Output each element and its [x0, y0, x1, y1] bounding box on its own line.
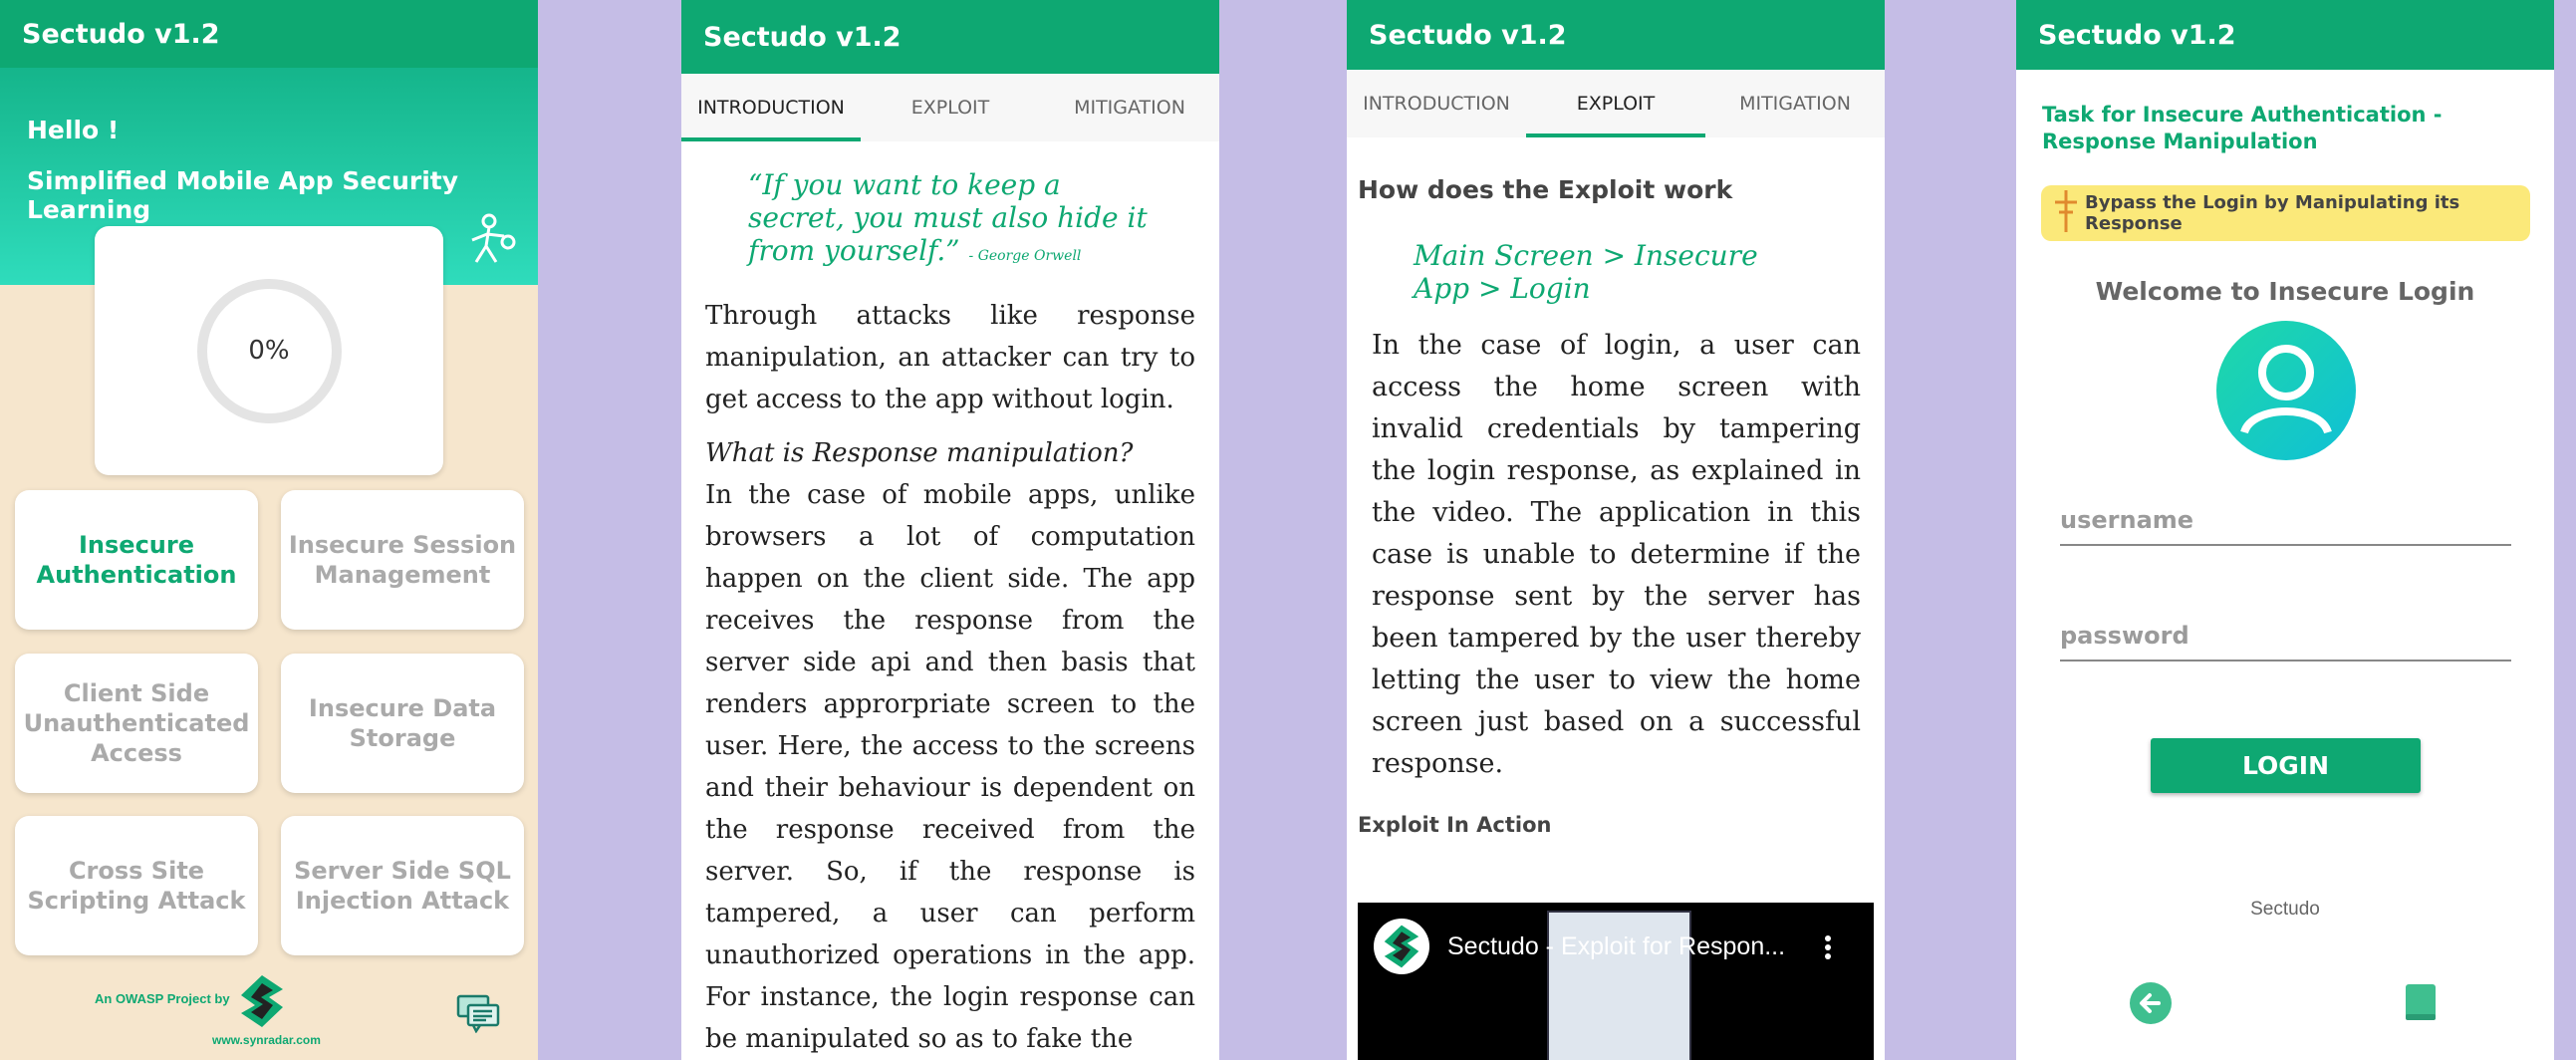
- progress-ring: 0%: [196, 278, 342, 423]
- app-bar: Sectudo v1.2: [2016, 0, 2554, 70]
- welcome-text: Welcome to Insecure Login: [2095, 277, 2475, 306]
- exploit-heading: How does the Exploit work: [1358, 175, 1733, 204]
- brand-text: Sectudo: [2250, 899, 2320, 920]
- task-title: Task for Insecure Authentication - Respo…: [2042, 103, 2443, 153]
- tab-introduction[interactable]: INTRODUCTION: [681, 74, 861, 141]
- tab-introduction[interactable]: INTRODUCTION: [1347, 70, 1526, 137]
- task-banner: Bypass the Login by Manipulating its Res…: [2041, 185, 2530, 241]
- chat-icon[interactable]: [456, 993, 500, 1038]
- owasp-project-text: An OWASP Project by: [95, 991, 230, 1006]
- module-cross-site-scripting[interactable]: Cross Site Scripting Attack: [15, 816, 258, 955]
- video-player[interactable]: Sectudo - Exploit for Respon...: [1358, 903, 1874, 1060]
- tab-bar: INTRODUCTION EXPLOIT MITIGATION: [1347, 70, 1885, 137]
- quote-text: “If you want to keep a secret, you must …: [748, 168, 1148, 267]
- website-link[interactable]: www.synradar.com: [212, 1033, 321, 1047]
- module-client-side-unauthenticated-access[interactable]: Client Side Unauthenticated Access: [15, 654, 258, 793]
- intro-paragraph: Through attacks like response manipulati…: [705, 301, 1195, 414]
- progress-value: 0%: [248, 336, 290, 366]
- tab-mitigation[interactable]: MITIGATION: [1705, 70, 1885, 137]
- navigation-path: Main Screen > Insecure App > Login: [1414, 239, 1758, 305]
- more-vert-icon[interactable]: [1824, 934, 1832, 965]
- tab-bar: INTRODUCTION EXPLOIT MITIGATION: [681, 74, 1219, 141]
- synradar-logo-icon: [239, 973, 285, 1034]
- greeting: Hello !: [27, 116, 120, 144]
- signpost-icon: [2051, 188, 2081, 239]
- exploit-body: In the case of login, a user can access …: [1372, 330, 1861, 779]
- task-screen: Sectudo v1.2 Task for Insecure Authentic…: [2016, 0, 2554, 1060]
- introduction-screen: Sectudo v1.2 INTRODUCTION EXPLOIT MITIGA…: [681, 0, 1219, 1060]
- section-question: What is Response manipulation?: [705, 438, 1134, 468]
- hacker-illustration-icon: [460, 212, 518, 275]
- book-icon[interactable]: [2404, 982, 2438, 1027]
- tab-mitigation[interactable]: MITIGATION: [1040, 74, 1219, 141]
- app-bar: Sectudo v1.2: [681, 0, 1219, 74]
- app-bar: Sectudo v1.2: [1347, 0, 1885, 70]
- app-bar: Sectudo v1.2: [0, 0, 538, 68]
- exploit-screen: Sectudo v1.2 INTRODUCTION EXPLOIT MITIGA…: [1347, 0, 1885, 1060]
- app-title: Sectudo v1.2: [703, 21, 902, 53]
- progress-card: 0%: [95, 226, 443, 475]
- intro-content: Through attacks like response manipulati…: [681, 295, 1219, 1060]
- user-avatar-icon: [2216, 321, 2356, 460]
- home-screen: Sectudo v1.2 Hello ! Simplified Mobile A…: [0, 0, 538, 1060]
- task-banner-text: Bypass the Login by Manipulating its Res…: [2085, 192, 2460, 234]
- username-input[interactable]: [2060, 496, 2511, 546]
- quote-block: “If you want to keep a secret, you must …: [681, 141, 1150, 273]
- login-button[interactable]: LOGIN: [2151, 738, 2421, 793]
- intro-paragraph: In the case of mobile apps, unlike brows…: [705, 480, 1195, 1054]
- channel-logo-icon: [1374, 919, 1429, 974]
- module-server-side-sql-injection[interactable]: Server Side SQL Injection Attack: [281, 816, 524, 955]
- module-insecure-data-storage[interactable]: Insecure Data Storage: [281, 654, 524, 793]
- home-footer: An OWASP Project by www.synradar.com: [0, 971, 538, 1060]
- password-input[interactable]: [2060, 612, 2511, 662]
- module-insecure-authentication[interactable]: Insecure Authentication: [15, 490, 258, 630]
- back-arrow-icon[interactable]: [2129, 981, 2173, 1030]
- video-heading: Exploit In Action: [1358, 813, 1552, 837]
- app-title: Sectudo v1.2: [22, 18, 220, 50]
- quote-author: - George Orwell: [968, 248, 1082, 264]
- tab-exploit[interactable]: EXPLOIT: [1526, 70, 1705, 137]
- tab-exploit[interactable]: EXPLOIT: [861, 74, 1040, 141]
- module-insecure-session-management[interactable]: Insecure Session Management: [281, 490, 524, 630]
- app-title: Sectudo v1.2: [2038, 19, 2236, 51]
- app-title: Sectudo v1.2: [1369, 19, 1567, 51]
- video-title: Sectudo - Exploit for Respon...: [1447, 932, 1786, 960]
